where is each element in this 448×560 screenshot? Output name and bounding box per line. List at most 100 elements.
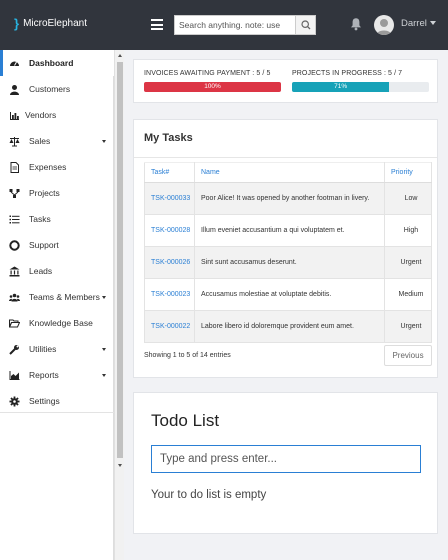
bank-icon [9, 266, 20, 277]
balance-scale-icon [9, 136, 20, 147]
sidebar-item-vendors[interactable]: Vendors [0, 102, 114, 128]
column-header-name[interactable]: Name [194, 162, 385, 183]
progress-stats-card: INVOICES AWAITING PAYMENT : 5 / 5 100% P… [133, 59, 438, 103]
brand-name: MicroElephant [23, 18, 87, 29]
sidebar-item-settings[interactable]: Settings [0, 388, 114, 414]
todo-list-card: Todo List Your to do list is empty [133, 392, 438, 534]
invoices-awaiting-label: INVOICES AWAITING PAYMENT : 5 / 5 [144, 70, 271, 77]
sidebar-item-label: Knowledge Base [29, 318, 93, 328]
table-row: TSK-000022 Labore libero id doloremque p… [144, 310, 432, 343]
user-icon [9, 84, 20, 95]
todo-list-title: Todo List [151, 411, 220, 430]
top-navbar: } MicroElephant Darrel [0, 0, 448, 50]
column-header-priority[interactable]: Priority [384, 162, 432, 183]
my-tasks-title: My Tasks [144, 132, 193, 144]
sidebar-item-support[interactable]: Support [0, 232, 114, 258]
wrench-icon [9, 344, 20, 355]
task-id-link[interactable]: TSK-000028 [144, 214, 195, 247]
todo-empty-message: Your to do list is empty [151, 489, 267, 501]
sidebar-item-label: Settings [29, 396, 60, 406]
previous-page-button[interactable]: Previous [384, 345, 432, 366]
user-menu[interactable]: Darrel [401, 18, 436, 29]
menu-toggle-icon[interactable] [151, 19, 163, 30]
sidebar: Dashboard Customers Vendors Sales Expens… [0, 50, 114, 560]
chevron-down-icon [102, 347, 106, 351]
sidebar-item-leads[interactable]: Leads [0, 258, 114, 284]
task-name: Illum eveniet accusantium a qui voluptat… [194, 214, 385, 247]
projects-progress-fill: 71% [292, 82, 390, 92]
scroll-up-arrow-icon[interactable] [118, 54, 122, 57]
sidebar-item-label: Projects [29, 188, 60, 198]
scrollbar-thumb[interactable] [117, 62, 123, 458]
brand-mark: } [14, 16, 20, 31]
invoices-progress-bar: 100% [144, 82, 281, 92]
sidebar-divider [0, 412, 114, 413]
sidebar-item-projects[interactable]: Projects [0, 180, 114, 206]
sidebar-item-reports[interactable]: Reports [0, 362, 114, 388]
sidebar-item-customers[interactable]: Customers [0, 76, 114, 102]
task-name: Accusamus molestiae at voluptate debitis… [194, 278, 385, 311]
sidebar-item-label: Utilities [29, 344, 57, 354]
task-priority: Urgent [384, 310, 432, 343]
sidebar-item-label: Sales [29, 136, 51, 146]
task-id-link[interactable]: TSK-000023 [144, 278, 195, 311]
area-chart-icon [9, 370, 20, 381]
table-entries-info: Showing 1 to 5 of 14 entries [144, 352, 231, 359]
my-tasks-card: My Tasks Task# Name Priority TSK-000033 … [133, 119, 438, 378]
search-input[interactable] [175, 16, 296, 34]
invoices-progress-fill: 100% [144, 82, 281, 92]
sidebar-item-knowledge-base[interactable]: Knowledge Base [0, 310, 114, 336]
life-ring-icon [9, 239, 20, 251]
sidebar-item-label: Vendors [25, 110, 57, 120]
sidebar-item-label: Reports [29, 370, 59, 380]
sidebar-item-label: Tasks [29, 214, 51, 224]
sidebar-item-dashboard[interactable]: Dashboard [0, 50, 114, 76]
chevron-down-icon [102, 139, 106, 143]
gear-icon [9, 396, 20, 407]
task-name: Labore libero id doloremque provident eu… [194, 310, 385, 343]
sidebar-item-label: Dashboard [29, 58, 74, 68]
sidebar-item-utilities[interactable]: Utilities [0, 336, 114, 362]
task-name: Sint sunt accusamus deserunt. [194, 246, 385, 279]
sidebar-scrollbar[interactable] [114, 50, 124, 560]
sidebar-item-expenses[interactable]: Expenses [0, 154, 114, 180]
bell-icon[interactable] [350, 17, 362, 31]
tasks-table: Task# Name Priority TSK-000033 Poor Alic… [144, 162, 432, 343]
sidebar-item-label: Customers [29, 84, 71, 94]
sitemap-icon [9, 188, 20, 199]
list-icon [9, 214, 20, 225]
sidebar-item-sales[interactable]: Sales [0, 128, 114, 154]
table-row: TSK-000033 Poor Alice! It was opened by … [144, 182, 432, 215]
card-divider [134, 157, 437, 158]
table-row: TSK-000023 Accusamus molestiae at volupt… [144, 278, 432, 311]
table-row: TSK-000028 Illum eveniet accusantium a q… [144, 214, 432, 247]
username-label: Darrel [401, 18, 427, 29]
task-priority: Urgent [384, 246, 432, 279]
projects-progress-bar: 71% [292, 82, 429, 92]
chart-icon [9, 110, 20, 121]
folder-open-icon [9, 318, 20, 329]
task-priority: Low [384, 182, 432, 215]
chevron-down-icon [102, 373, 106, 377]
avatar-icon [376, 19, 392, 35]
sidebar-item-label: Leads [29, 266, 53, 276]
projects-in-progress-label: PROJECTS IN PROGRESS : 5 / 7 [292, 70, 403, 77]
search-icon [301, 20, 311, 30]
search-box [174, 15, 316, 35]
sidebar-item-teams-members[interactable]: Teams & Members [0, 284, 114, 310]
column-header-task-number[interactable]: Task# [144, 162, 195, 183]
scroll-down-arrow-icon[interactable] [118, 464, 122, 467]
task-id-link[interactable]: TSK-000022 [144, 310, 195, 343]
user-avatar[interactable] [374, 15, 394, 35]
sidebar-item-tasks[interactable]: Tasks [0, 206, 114, 232]
brand-logo[interactable]: } MicroElephant [14, 17, 87, 31]
file-icon [9, 161, 20, 173]
sidebar-item-label: Teams & Members [29, 292, 100, 302]
chevron-down-icon [429, 21, 436, 26]
todo-input[interactable] [151, 445, 421, 473]
users-icon [9, 292, 20, 303]
task-id-link[interactable]: TSK-000033 [144, 182, 195, 215]
task-id-link[interactable]: TSK-000026 [144, 246, 195, 279]
search-button[interactable] [295, 16, 315, 34]
task-priority: High [384, 214, 432, 247]
